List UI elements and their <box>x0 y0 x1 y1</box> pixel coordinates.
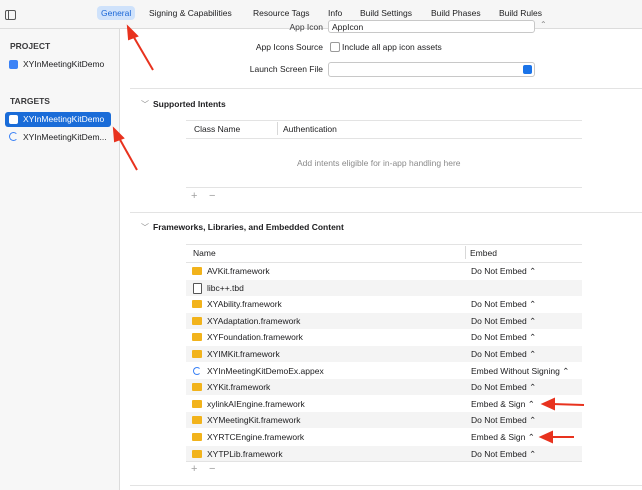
annotation-arrowhead <box>538 430 553 444</box>
annotation-arrowhead <box>112 126 125 143</box>
annotation-arrowhead <box>540 397 555 411</box>
annotation-arrow-target <box>117 135 138 171</box>
annotation-arrow-ai-engine <box>551 403 585 406</box>
annotation-overlay <box>112 24 585 444</box>
annotation-arrow-general-tab <box>131 33 154 71</box>
annotation-arrowhead <box>126 24 139 41</box>
